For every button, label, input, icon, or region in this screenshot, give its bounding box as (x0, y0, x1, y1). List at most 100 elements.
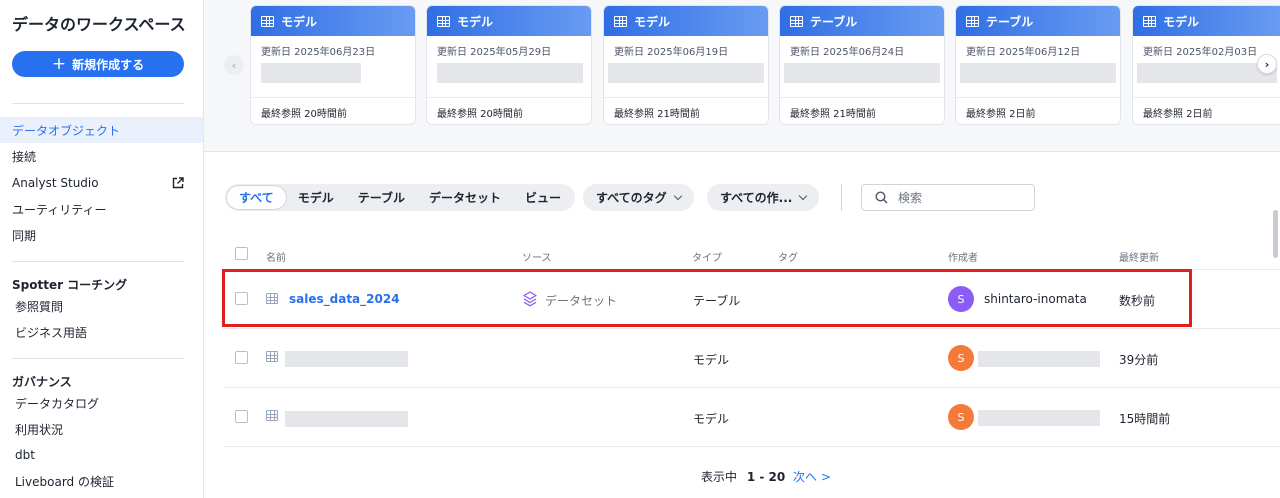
scrollbar[interactable] (1270, 152, 1280, 498)
row-divider (224, 446, 1280, 447)
card-type: テーブル (986, 14, 1034, 29)
sidebar-item-sync[interactable]: 同期 (0, 222, 203, 248)
tab-dataset[interactable]: データセット (417, 186, 513, 209)
sidebar-item-dbt[interactable]: dbt (0, 442, 203, 468)
tag-filter-dropdown[interactable]: すべてのタグ (583, 184, 694, 211)
sidebar-item-label: 同期 (12, 228, 37, 243)
recent-card[interactable]: モデル 更新日 2025年06月23日 最終参照 20時間前 (250, 5, 416, 125)
sidebar-item-reference-questions[interactable]: 参照質問 (0, 293, 203, 319)
tab-all[interactable]: すべて (227, 186, 286, 209)
pager-next-link[interactable]: 次へ > (793, 468, 831, 485)
tab-table[interactable]: テーブル (346, 186, 417, 209)
last-updated: 39分前 (1119, 353, 1159, 367)
plus-icon: + (51, 53, 67, 74)
recent-objects-carousel: ‹ モデル 更新日 2025年06月23日 最終参照 20時間前 モデル 更新日… (204, 0, 1280, 152)
column-header-updated[interactable]: 最終更新 (1119, 249, 1159, 264)
column-header-type[interactable]: タイプ (692, 249, 722, 264)
card-divider (427, 97, 591, 98)
sidebar-item-label: 参照質問 (15, 299, 64, 314)
card-name-placeholder (608, 63, 764, 83)
section-heading-spotter: Spotter コーチング (12, 278, 128, 292)
sidebar-divider (12, 103, 184, 104)
card-divider (956, 97, 1120, 98)
card-header: モデル (604, 6, 768, 36)
sidebar-item-utilities[interactable]: ユーティリティー (0, 196, 203, 222)
sidebar-item-label: ユーティリティー (12, 202, 107, 217)
card-type: モデル (634, 14, 671, 29)
recent-card[interactable]: テーブル 更新日 2025年06月24日 最終参照 21時間前 (779, 5, 945, 125)
card-last-referenced: 最終参照 2日前 (1143, 109, 1213, 120)
card-last-referenced: 最終参照 2日前 (966, 109, 1036, 120)
row-divider (224, 328, 1280, 329)
card-divider (251, 97, 415, 98)
sidebar-item-connections[interactable]: 接続 (0, 143, 203, 169)
sidebar-item-analyst-studio[interactable]: Analyst Studio (0, 170, 203, 196)
row-checkbox[interactable] (235, 351, 248, 364)
object-type: モデル (693, 412, 730, 426)
sidebar-item-business-terms[interactable]: ビジネス用語 (0, 319, 203, 345)
sidebar-item-liveboard-verify[interactable]: Liveboard の検証 (0, 468, 203, 494)
column-header-source[interactable]: ソース (522, 249, 552, 264)
card-last-referenced: 最終参照 21時間前 (614, 109, 700, 120)
card-header: テーブル (956, 6, 1120, 36)
sidebar-item-label: Liveboard の検証 (15, 474, 114, 489)
scrollbar-thumb[interactable] (1273, 210, 1278, 258)
select-all-checkbox[interactable] (235, 247, 248, 260)
sidebar-item-data-catalog[interactable]: データカタログ (0, 390, 203, 416)
sidebar-divider (12, 261, 184, 262)
carousel-next-button[interactable]: › (1257, 54, 1277, 74)
column-header-tag[interactable]: タグ (778, 249, 798, 264)
sidebar: データのワークスペース + 新規作成する データオブジェクト 接続 Analys… (0, 0, 204, 498)
recent-card[interactable]: テーブル 更新日 2025年06月12日 最終参照 2日前 (955, 5, 1121, 125)
sidebar-item-data-objects[interactable]: データオブジェクト (0, 117, 203, 143)
sidebar-item-label: dbt (15, 448, 35, 462)
card-type: モデル (1163, 14, 1200, 29)
highlight-box (222, 269, 1192, 327)
chevron-left-icon: ‹ (231, 58, 237, 72)
table-grid-icon (266, 410, 278, 421)
card-last-referenced: 最終参照 21時間前 (790, 109, 876, 120)
card-updated-date: 更新日 2025年06月24日 (790, 47, 905, 58)
pager-status: 表示中 1 - 20 (701, 468, 785, 485)
last-updated: 15時間前 (1119, 412, 1171, 426)
card-name-placeholder (261, 63, 361, 83)
recent-card[interactable]: モデル 更新日 2025年06月19日 最終参照 21時間前 (603, 5, 769, 125)
section-heading-governance: ガバナンス (12, 375, 72, 389)
card-type: モデル (281, 14, 318, 29)
card-last-referenced: 最終参照 20時間前 (261, 109, 347, 120)
card-name-placeholder (960, 63, 1116, 83)
tag-filter-label: すべてのタグ (596, 191, 667, 205)
card-name-placeholder (1137, 63, 1277, 83)
tab-view[interactable]: ビュー (513, 186, 573, 209)
table-grid-icon (1143, 15, 1156, 27)
avatar: S (948, 404, 974, 430)
sidebar-divider (12, 358, 184, 359)
chevron-right-icon: › (1264, 57, 1270, 71)
table-grid-icon (266, 351, 278, 362)
sidebar-item-label: データオブジェクト (12, 123, 121, 138)
search-input[interactable] (898, 190, 1018, 205)
column-header-name[interactable]: 名前 (266, 249, 286, 264)
sidebar-item-label: 利用状況 (15, 422, 64, 437)
carousel-prev-button[interactable]: ‹ (224, 55, 244, 75)
card-last-referenced: 最終参照 20時間前 (437, 109, 523, 120)
recent-card[interactable]: モデル 更新日 2025年05月29日 最終参照 20時間前 (426, 5, 592, 125)
card-name-placeholder (784, 63, 940, 83)
create-new-button[interactable]: + 新規作成する (12, 51, 184, 77)
row-checkbox[interactable] (235, 410, 248, 423)
pager-label: 表示中 (701, 470, 738, 484)
column-header-author[interactable]: 作成者 (948, 249, 978, 264)
object-type: モデル (693, 353, 730, 367)
sidebar-item-label: 接続 (12, 149, 37, 164)
create-new-label: 新規作成する (72, 57, 145, 72)
author-filter-dropdown[interactable]: すべての作... (707, 184, 820, 211)
card-updated-date: 更新日 2025年02月03日 (1143, 47, 1258, 58)
author-placeholder (978, 410, 1100, 426)
sidebar-item-label: データカタログ (15, 396, 100, 411)
sidebar-item-usage[interactable]: 利用状況 (0, 416, 203, 442)
tab-model[interactable]: モデル (286, 186, 346, 209)
card-divider (604, 97, 768, 98)
author-filter-label: すべての作... (720, 191, 793, 205)
search-box[interactable] (861, 184, 1035, 211)
table-grid-icon (437, 15, 450, 27)
